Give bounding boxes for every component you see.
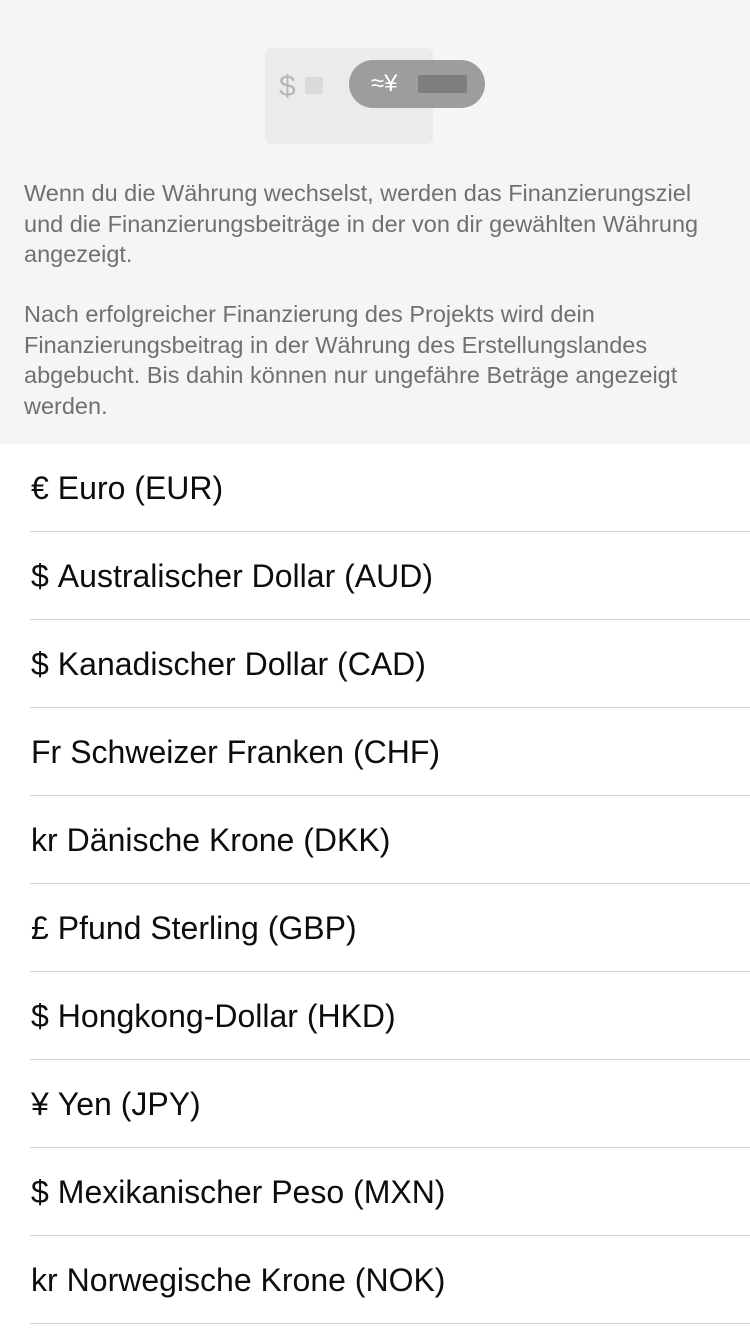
info-paragraph-currency-display: Wenn du die Währung wechselst, werden da… <box>24 180 699 267</box>
currency-item-gbp[interactable]: £ Pfund Sterling (GBP) <box>0 884 750 972</box>
currency-name: Norwegische Krone (NOK) <box>66 1261 446 1298</box>
approx-yen-pill: ≈¥ <box>349 60 485 108</box>
approx-amount-placeholder-bar <box>418 75 467 93</box>
approx-yen-icon: ≈¥ <box>371 70 398 97</box>
dollar-symbol-icon: $ <box>279 70 296 103</box>
currency-name: Dänische Krone (DKK) <box>66 821 391 858</box>
currency-symbol: $ <box>31 1173 49 1210</box>
currency-item-nok[interactable]: kr Norwegische Krone (NOK) <box>0 1236 750 1324</box>
currency-name: Kanadischer Dollar (CAD) <box>57 645 426 682</box>
currency-name: Mexikanischer Peso (MXN) <box>57 1173 446 1210</box>
currency-name: Euro (EUR) <box>57 469 224 506</box>
currency-item-aud[interactable]: $ Australischer Dollar (AUD) <box>0 532 750 620</box>
currency-name: Pfund Sterling (GBP) <box>57 909 357 946</box>
currency-name: Schweizer Franken (CHF) <box>70 733 441 770</box>
currency-list: € Euro (EUR) $ Australischer Dollar (AUD… <box>0 444 750 1324</box>
currency-symbol: Fr <box>31 733 62 770</box>
currency-item-mxn[interactable]: $ Mexikanischer Peso (MXN) <box>0 1148 750 1236</box>
currency-name: Yen (JPY) <box>57 1085 201 1122</box>
currency-item-hkd[interactable]: $ Hongkong-Dollar (HKD) <box>0 972 750 1060</box>
currency-symbol: kr <box>31 821 58 858</box>
currency-symbol: $ <box>31 557 49 594</box>
currency-symbol: $ <box>31 997 49 1034</box>
currency-item-chf[interactable]: Fr Schweizer Franken (CHF) <box>0 708 750 796</box>
amount-placeholder-bar <box>305 77 323 94</box>
info-paragraph-charging: Nach erfolgreicher Finanzierung des Proj… <box>24 301 678 419</box>
currency-symbol: $ <box>31 645 49 682</box>
currency-name: Australischer Dollar (AUD) <box>57 557 433 594</box>
currency-item-eur[interactable]: € Euro (EUR) <box>0 444 750 532</box>
currency-item-dkk[interactable]: kr Dänische Krone (DKK) <box>0 796 750 884</box>
currency-symbol: kr <box>31 1261 58 1298</box>
currency-item-jpy[interactable]: ¥ Yen (JPY) <box>0 1060 750 1148</box>
currency-info-header: $ ≈¥ Wenn du die Währung wechselst, werd… <box>0 0 750 444</box>
currency-symbol: £ <box>31 909 49 946</box>
currency-symbol: € <box>31 469 49 506</box>
currency-symbol: ¥ <box>31 1085 49 1122</box>
currency-name: Hongkong-Dollar (HKD) <box>57 997 396 1034</box>
currency-item-cad[interactable]: $ Kanadischer Dollar (CAD) <box>0 620 750 708</box>
